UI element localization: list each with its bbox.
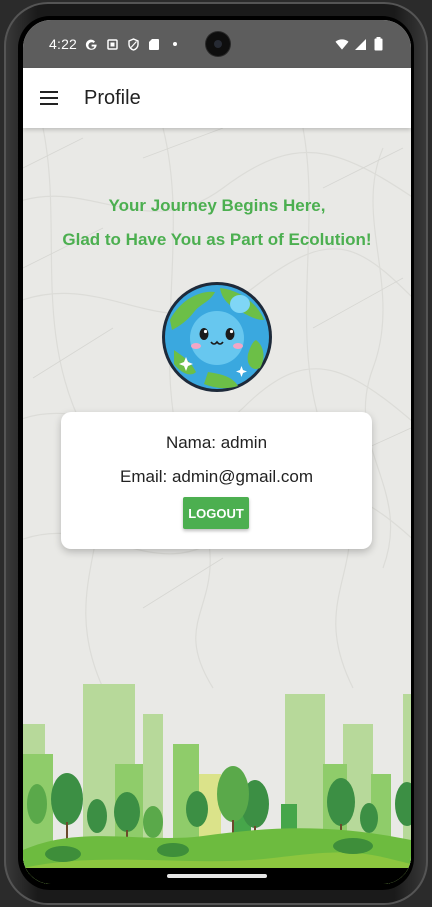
status-right bbox=[335, 37, 385, 51]
status-left: 4:22 bbox=[49, 36, 182, 52]
green-city-illustration bbox=[23, 684, 411, 884]
dot-icon bbox=[168, 37, 182, 51]
phone-bezel: 4:22 Profile Your Journey Begins Here, G… bbox=[18, 16, 414, 890]
hamburger-menu-icon[interactable] bbox=[37, 86, 61, 110]
battery-icon bbox=[371, 37, 385, 51]
welcome-line-2: Glad to Have You as Part of Ecolution! bbox=[62, 230, 372, 249]
profile-name: Nama: admin bbox=[165, 433, 268, 452]
google-g-icon bbox=[84, 37, 98, 51]
profile-content: Your Journey Begins Here, Glad to Have Y… bbox=[23, 128, 411, 884]
screenshot-icon bbox=[105, 37, 119, 51]
home-gesture-handle[interactable] bbox=[167, 874, 267, 878]
page-title: Profile bbox=[84, 86, 141, 109]
profile-email: Email: admin@gmail.com bbox=[120, 467, 313, 486]
welcome-line-1: Your Journey Begins Here, bbox=[108, 196, 326, 215]
sd-card-icon bbox=[147, 37, 161, 51]
wifi-icon bbox=[335, 37, 349, 51]
gesture-nav-bar bbox=[23, 868, 411, 884]
signal-icon bbox=[353, 37, 367, 51]
screen: 4:22 Profile Your Journey Begins Here, G… bbox=[23, 20, 411, 884]
logout-button[interactable]: LOGOUT bbox=[183, 497, 249, 529]
shield-icon bbox=[126, 37, 140, 51]
front-camera bbox=[206, 32, 230, 56]
status-time: 4:22 bbox=[49, 36, 78, 52]
earth-mascot-avatar bbox=[162, 282, 272, 392]
app-bar: Profile bbox=[23, 68, 411, 128]
phone-frame: 4:22 Profile Your Journey Begins Here, G… bbox=[4, 2, 428, 905]
profile-card: Nama: admin Email: admin@gmail.com LOGOU… bbox=[61, 412, 372, 549]
